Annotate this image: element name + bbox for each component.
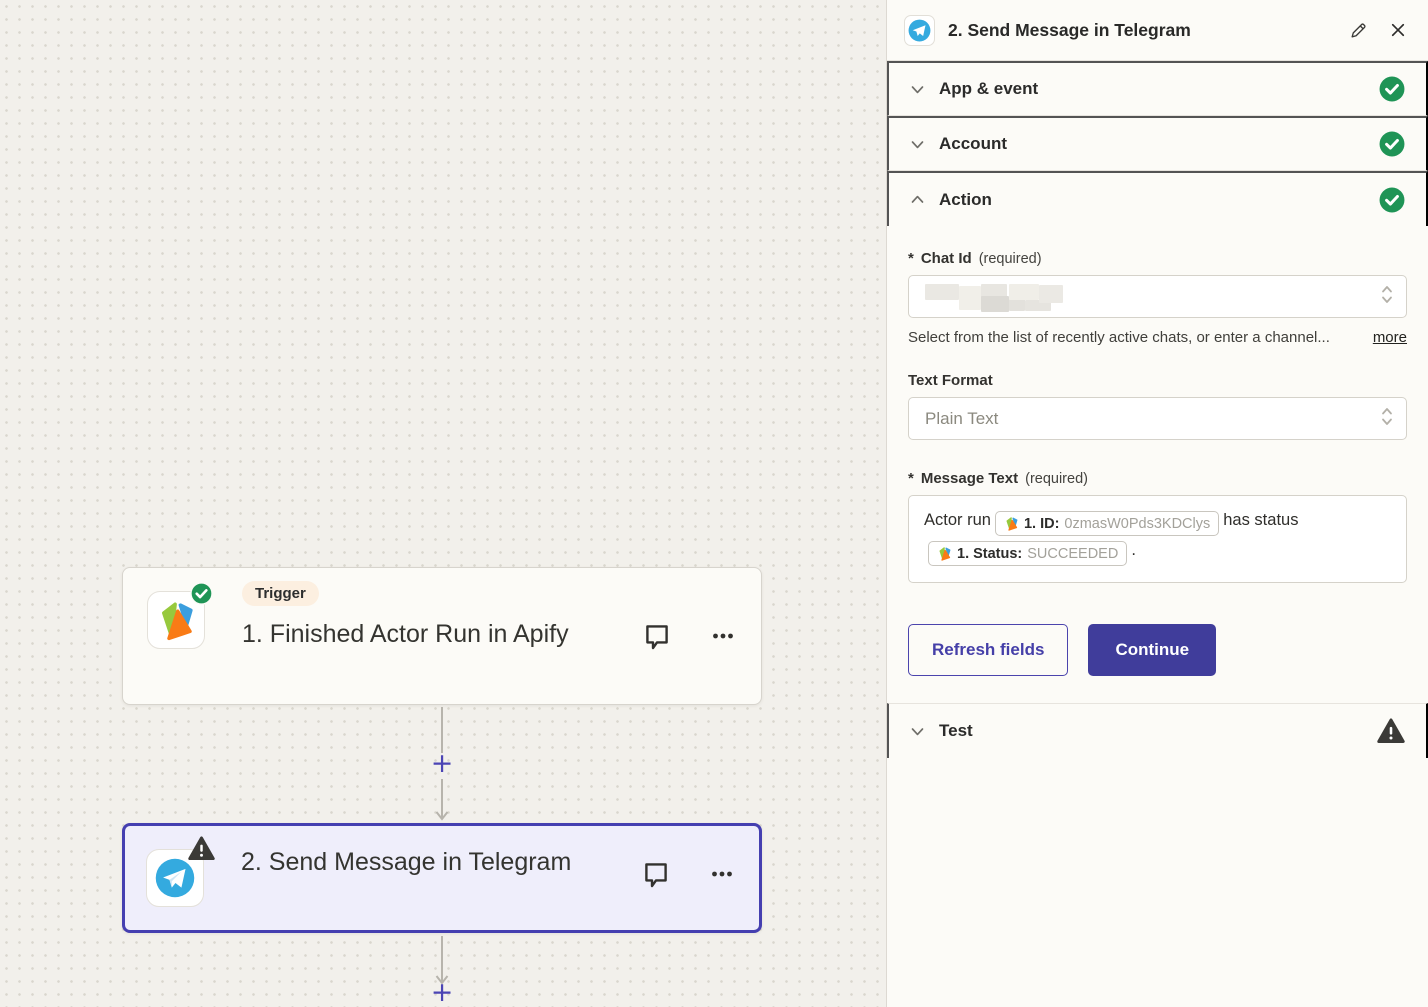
refresh-fields-button[interactable]: Refresh fields — [908, 624, 1068, 676]
chat-id-select[interactable] — [908, 275, 1407, 318]
section-status-warning-icon — [1377, 718, 1405, 744]
required-asterisk: * — [908, 250, 914, 267]
section-label: Action — [939, 190, 992, 210]
connector-line — [434, 707, 450, 753]
section-label: App & event — [939, 79, 1038, 99]
step-settings-panel: 2. Send Message in Telegram App & event — [886, 0, 1428, 1007]
ellipsis-icon — [708, 621, 738, 651]
required-asterisk: * — [908, 470, 914, 487]
step-menu-button[interactable] — [701, 614, 745, 658]
add-note-button[interactable] — [635, 614, 679, 658]
select-stepper-icon — [1380, 283, 1394, 310]
chevron-down-icon — [910, 82, 925, 97]
chevron-down-icon — [910, 137, 925, 152]
message-text-part: . — [1131, 541, 1136, 559]
section-label: Account — [939, 134, 1007, 154]
workflow-canvas[interactable]: Trigger 1. Finished Actor Run in Apify + — [0, 0, 887, 1007]
chat-id-helper-text: Select from the list of recently active … — [908, 329, 1330, 346]
token-label: 1. Status: — [957, 540, 1022, 568]
telegram-app-chip — [904, 15, 935, 46]
success-badge-icon — [190, 582, 213, 610]
mapped-field-token-id[interactable]: 1. ID:0zmasW0Pds3KDClys — [995, 511, 1219, 536]
trigger-step-card[interactable]: Trigger 1. Finished Actor Run in Apify — [122, 567, 762, 705]
chat-id-label-row: * Chat Id (required) — [908, 250, 1407, 267]
trigger-step-title: 1. Finished Actor Run in Apify — [242, 615, 604, 653]
zap-editor: Trigger 1. Finished Actor Run in Apify + — [0, 0, 1428, 1007]
message-text-label: Message Text — [921, 470, 1018, 487]
select-stepper-icon — [1380, 405, 1394, 432]
connector-arrow — [434, 779, 450, 822]
step-menu-button[interactable] — [700, 852, 744, 896]
text-format-select[interactable]: Plain Text — [908, 397, 1407, 440]
comment-icon — [641, 620, 673, 652]
add-step-button-bottom[interactable]: + — [429, 980, 455, 1006]
section-status-complete-icon — [1379, 76, 1405, 102]
section-status-complete-icon — [1379, 131, 1405, 157]
apify-app-icon — [147, 591, 205, 649]
text-format-value: Plain Text — [925, 409, 998, 429]
section-account[interactable]: Account — [887, 116, 1428, 171]
ellipsis-icon — [707, 859, 737, 889]
helper-more-link[interactable]: more — [1373, 329, 1407, 346]
section-app-and-event[interactable]: App & event — [887, 61, 1428, 116]
action-form: * Chat Id (required) — [887, 226, 1428, 703]
chat-id-label: Chat Id — [921, 250, 972, 267]
token-value: SUCCEEDED — [1027, 540, 1118, 568]
panel-header: 2. Send Message in Telegram — [887, 0, 1428, 61]
close-panel-button[interactable] — [1385, 17, 1411, 43]
token-label: 1. ID: — [1024, 510, 1059, 538]
apify-icon — [937, 546, 952, 561]
telegram-logo-icon — [907, 18, 932, 43]
text-format-label-row: Text Format — [908, 372, 1407, 389]
close-icon — [1389, 21, 1407, 39]
mapped-field-token-status[interactable]: 1. Status:SUCCEEDED — [928, 541, 1127, 566]
text-format-label: Text Format — [908, 372, 993, 389]
message-text-label-row: * Message Text (required) — [908, 470, 1407, 487]
panel-title: 2. Send Message in Telegram — [948, 20, 1191, 41]
chevron-up-icon — [910, 192, 925, 207]
trigger-badge: Trigger — [242, 581, 319, 606]
form-buttons: Refresh fields Continue — [908, 624, 1407, 676]
add-step-button[interactable]: + — [429, 751, 455, 777]
required-hint: (required) — [1025, 471, 1088, 487]
warning-badge-icon — [188, 836, 215, 866]
telegram-app-icon — [146, 849, 204, 907]
message-text-part: Actor run — [924, 511, 991, 529]
action-step-card[interactable]: 2. Send Message in Telegram — [122, 823, 762, 933]
section-status-complete-icon — [1379, 187, 1405, 213]
required-hint: (required) — [979, 251, 1042, 267]
chat-id-helper-row: Select from the list of recently active … — [908, 329, 1407, 346]
pencil-icon — [1349, 21, 1368, 40]
token-value: 0zmasW0Pds3KDClys — [1064, 510, 1210, 538]
chevron-down-icon — [910, 724, 925, 739]
section-label: Test — [939, 721, 973, 741]
section-test[interactable]: Test — [887, 703, 1428, 758]
message-text-part: has status — [1223, 511, 1298, 529]
continue-button[interactable]: Continue — [1088, 624, 1216, 676]
add-note-button[interactable] — [634, 852, 678, 896]
section-action[interactable]: Action — [887, 171, 1428, 226]
message-text-input[interactable]: Actor run1. ID:0zmasW0Pds3KDClyshas stat… — [908, 495, 1407, 583]
rename-step-button[interactable] — [1345, 17, 1372, 44]
comment-icon — [640, 858, 672, 890]
chat-id-redacted-value — [909, 276, 1406, 317]
action-step-title: 2. Send Message in Telegram — [241, 843, 603, 881]
apify-icon — [1004, 516, 1019, 531]
